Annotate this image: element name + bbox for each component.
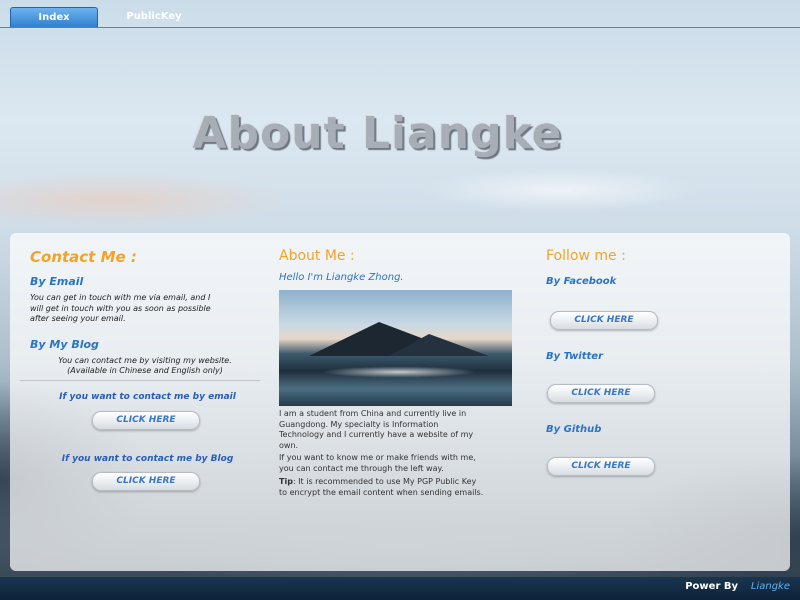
facebook-click-here-button[interactable]: CLICK HERE xyxy=(550,311,658,330)
blog-heading: By My Blog xyxy=(30,338,99,351)
blog-text-line-2: (Available in Chinese and English only) xyxy=(67,366,223,375)
about-para1-line-2: Guangdong. My specialty is Information xyxy=(279,419,439,429)
photo-wave xyxy=(279,362,512,382)
email-click-here-button[interactable]: CLICK HERE xyxy=(92,411,200,430)
blog-text-line-1: You can contact me by visiting my websit… xyxy=(58,356,232,365)
footer-author-link[interactable]: Liangke xyxy=(751,581,790,592)
tip-label: Tip xyxy=(279,477,293,486)
tab-publickey[interactable]: PublicKey xyxy=(112,7,196,26)
tab-index[interactable]: Index xyxy=(10,7,98,27)
landscape-photo xyxy=(279,290,512,406)
email-heading: By Email xyxy=(30,275,84,288)
about-title: About Me : xyxy=(279,248,355,264)
photo-mountain-2 xyxy=(389,334,489,356)
email-text-line-2: will get in touch with you as soon as po… xyxy=(30,303,211,313)
email-cta-text: If you want to contact me by email xyxy=(59,392,236,402)
twitter-heading: By Twitter xyxy=(546,351,604,362)
blog-cta-text: If you want to contact me by Blog xyxy=(61,454,234,464)
email-text-line-1: You can get in touch with me via email, … xyxy=(30,293,211,302)
footer-label: Power By xyxy=(685,581,738,592)
about-greeting: Hello I'm Liangke Zhong. xyxy=(279,272,404,283)
about-para2-line-1: If you want to know me or make friends w… xyxy=(279,453,476,462)
page-title: About Liangke xyxy=(192,108,563,159)
email-text-line-3: after seeing your email. xyxy=(30,314,126,323)
github-heading: By Github xyxy=(546,424,602,435)
footer: Power By Liangke xyxy=(0,577,800,600)
tip-text-1: : It is recommended to use My PGP Public… xyxy=(292,477,477,486)
about-para1-line-1: I am a student from China and currently … xyxy=(279,409,467,418)
contact-title: Contact Me : xyxy=(30,248,137,266)
about-para1-line-3: Technology and I currently have a websit… xyxy=(279,430,474,439)
follow-title: Follow me : xyxy=(546,248,626,264)
blog-click-here-button[interactable]: CLICK HERE xyxy=(92,472,200,491)
contact-divider xyxy=(20,380,260,381)
github-click-here-button[interactable]: CLICK HERE xyxy=(547,457,655,476)
twitter-click-here-button[interactable]: CLICK HERE xyxy=(547,384,655,403)
top-nav: Index PublicKey xyxy=(0,0,800,28)
about-para1-line-4: own. xyxy=(279,440,299,450)
about-tip-line-1: Tip: It is recommended to use My PGP Pub… xyxy=(279,477,476,488)
about-para2-line-2: you can contact me through the left way. xyxy=(279,463,444,473)
facebook-heading: By Facebook xyxy=(546,276,617,287)
about-tip-line-2: to encrypt the email content when sendin… xyxy=(279,487,484,497)
